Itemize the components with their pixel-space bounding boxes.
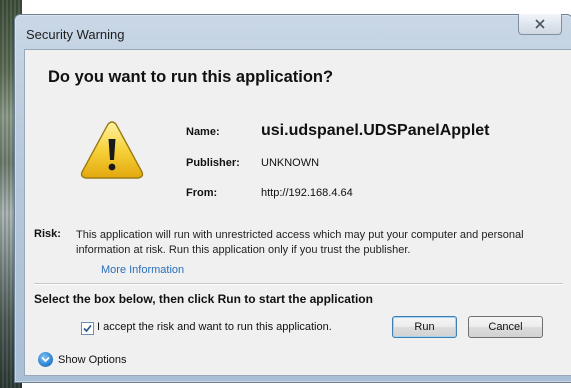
show-options-toggle[interactable]: Show Options: [38, 352, 126, 367]
security-warning-dialog: Security Warning Do you want to run this…: [14, 14, 571, 383]
name-label: Name:: [186, 126, 220, 138]
warning-icon: [80, 121, 144, 179]
more-information-link[interactable]: More Information: [101, 264, 184, 276]
chevron-down-icon: [38, 352, 53, 367]
risk-label: Risk:: [34, 228, 61, 240]
cancel-button[interactable]: Cancel: [468, 316, 543, 338]
close-button[interactable]: [518, 14, 562, 35]
publisher-label: Publisher:: [186, 157, 240, 169]
title-bar: Security Warning: [15, 14, 571, 49]
checkmark-icon: [83, 324, 92, 333]
from-label: From:: [186, 187, 218, 199]
window-title: Security Warning: [26, 27, 125, 42]
show-options-label: Show Options: [58, 353, 127, 366]
accept-risk-checkbox[interactable]: [81, 322, 94, 335]
run-button[interactable]: Run: [392, 316, 457, 338]
accept-risk-label[interactable]: I accept the risk and want to run this a…: [97, 321, 332, 333]
publisher-value: UNKNOWN: [261, 157, 320, 169]
separator: [34, 283, 563, 285]
instruction-text: Select the box below, then click Run to …: [34, 292, 373, 306]
close-icon: [535, 19, 545, 29]
dialog-content: Do you want to run this application? Nam…: [24, 49, 571, 376]
dialog-heading: Do you want to run this application?: [48, 68, 334, 86]
from-value: http://192.168.4.64: [261, 187, 353, 199]
application-name: usi.udspanel.UDSPanelApplet: [261, 122, 490, 139]
risk-description: This application will run with unrestric…: [76, 229, 524, 256]
